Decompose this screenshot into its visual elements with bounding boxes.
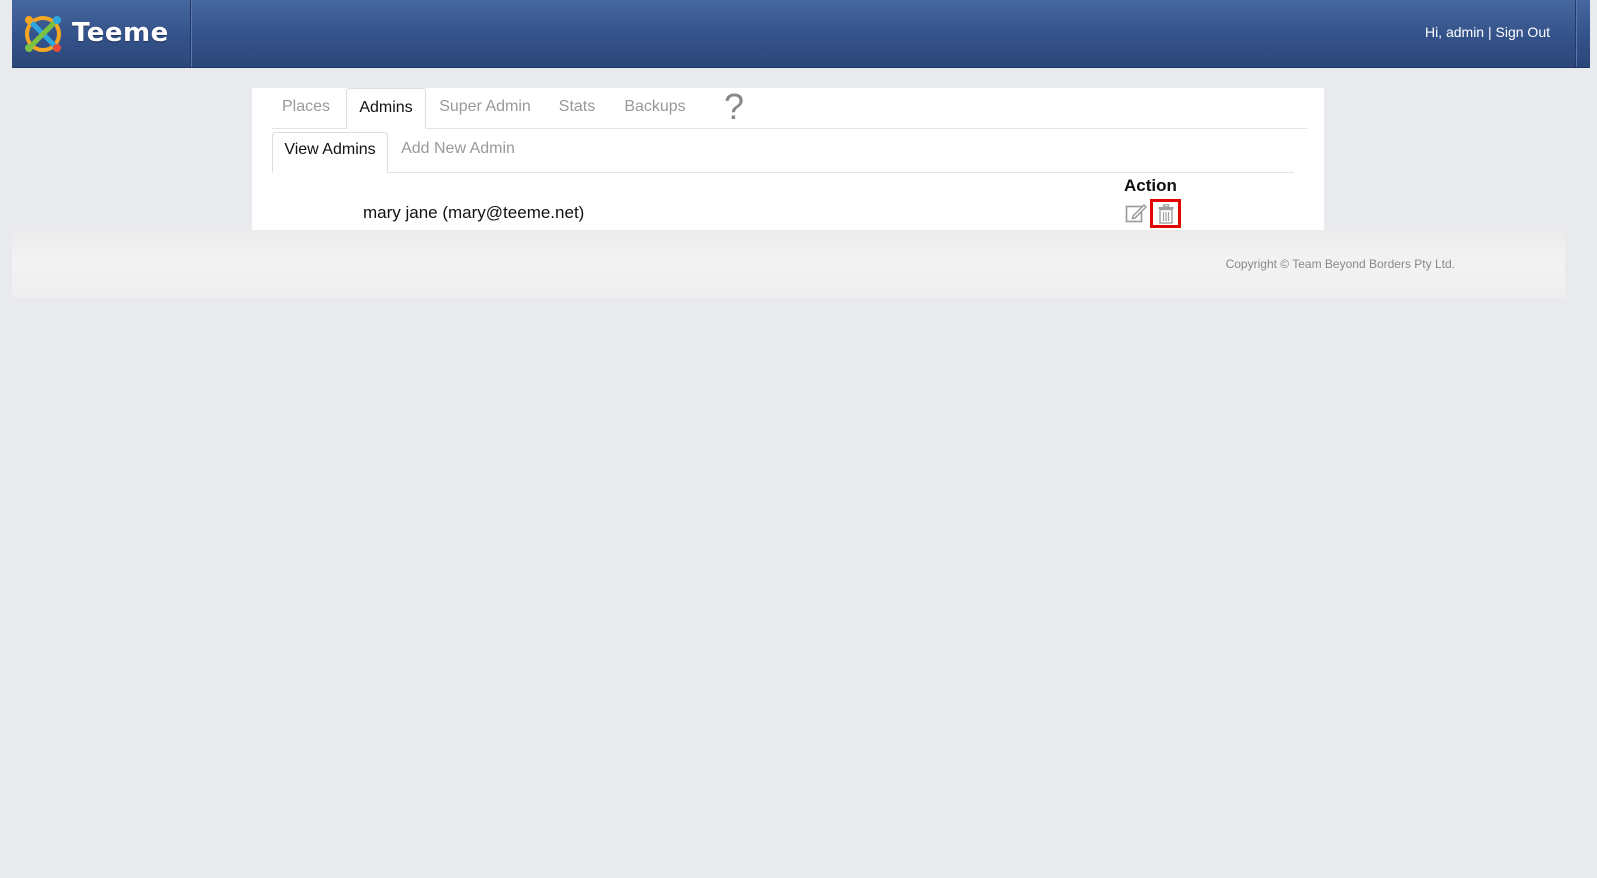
user-area: Hi, admin | Sign Out bbox=[1425, 24, 1550, 40]
tab-admins[interactable]: Admins bbox=[346, 88, 426, 129]
subtab-add-new-admin[interactable]: Add New Admin bbox=[394, 132, 522, 172]
trash-icon bbox=[1158, 204, 1174, 224]
tab-stats[interactable]: Stats bbox=[552, 88, 602, 128]
subtab-view-admins[interactable]: View Admins bbox=[272, 132, 388, 173]
delete-admin-button[interactable] bbox=[1150, 199, 1181, 228]
content-panel: Places Admins Super Admin Stats Backups … bbox=[252, 88, 1324, 230]
page: Teeme Hi, admin | Sign Out Places Admins… bbox=[0, 0, 1597, 878]
sub-tab-bar: View Admins Add New Admin bbox=[272, 132, 1294, 173]
tab-places[interactable]: Places bbox=[272, 88, 340, 128]
teeme-logo-icon bbox=[25, 16, 61, 52]
tab-super-admin[interactable]: Super Admin bbox=[432, 88, 538, 128]
app-name: Teeme bbox=[72, 18, 169, 48]
edit-icon[interactable] bbox=[1125, 202, 1147, 224]
sign-out-link[interactable]: Sign Out bbox=[1496, 24, 1550, 40]
separator: | bbox=[1487, 24, 1492, 40]
header-divider bbox=[1575, 0, 1576, 67]
footer: Copyright © Team Beyond Borders Pty Ltd. bbox=[12, 230, 1565, 298]
tab-backups[interactable]: Backups bbox=[616, 88, 694, 128]
top-header-bar: Teeme Hi, admin | Sign Out bbox=[12, 0, 1590, 68]
main-tab-bar: Places Admins Super Admin Stats Backups … bbox=[272, 88, 1307, 129]
help-icon[interactable]: ? bbox=[724, 88, 744, 126]
action-column-header: Action bbox=[1124, 176, 1177, 195]
admin-row-name: mary jane (mary@teeme.net) bbox=[363, 203, 585, 222]
greeting-text: Hi, admin bbox=[1424, 24, 1485, 40]
logo-area[interactable]: Teeme bbox=[12, 0, 191, 67]
copyright-text: Copyright © Team Beyond Borders Pty Ltd. bbox=[1225, 257, 1455, 271]
